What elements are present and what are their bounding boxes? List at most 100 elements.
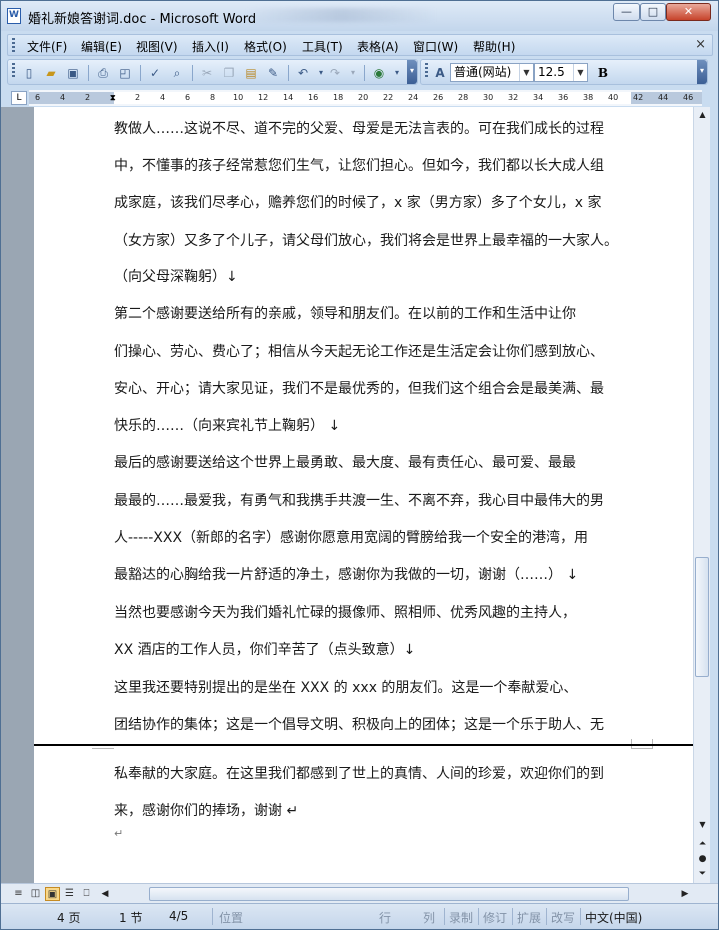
scroll-down-icon[interactable]: ▼ — [694, 817, 711, 833]
menu-tools[interactable]: 工具(T) — [302, 38, 343, 55]
web-layout-icon[interactable]: ◫ — [28, 887, 43, 901]
normal-view-icon[interactable]: ≡ — [11, 887, 26, 901]
scroll-right-icon[interactable]: ▶ — [679, 887, 691, 901]
status-record[interactable]: 录制 — [449, 909, 473, 926]
print-icon[interactable]: ⎙ — [94, 64, 112, 82]
menu-table[interactable]: 表格(A) — [357, 38, 399, 55]
chevron-down-icon[interactable]: ▼ — [573, 64, 587, 81]
ruler-tick: 12 — [258, 93, 269, 102]
menu-edit[interactable]: 编辑(E) — [81, 38, 122, 55]
toolbar-separator — [288, 65, 289, 81]
horizontal-ruler[interactable]: 6 4 2 ⧗ 2 4 6 8 10 12 14 16 18 20 22 24 … — [29, 90, 702, 106]
toolbar-options-icon[interactable]: ▾ — [697, 60, 707, 84]
menu-grip[interactable] — [12, 38, 15, 53]
menu-format[interactable]: 格式(O) — [244, 38, 287, 55]
status-column: 列 — [423, 911, 436, 925]
format-painter-icon[interactable]: ✎ — [264, 64, 282, 82]
status-page: 4 页 — [57, 911, 81, 925]
text-line[interactable]: 人-----XXX（新郎的名字）感谢你愿意用宽阔的臂膀给我一个安全的港湾，用 — [114, 527, 634, 547]
save-icon[interactable]: ▣ — [64, 64, 82, 82]
chevron-down-icon[interactable]: ▼ — [519, 64, 533, 81]
text-line[interactable]: 当然也要感谢今天为我们婚礼忙碌的摄像师、照相师、优秀风趣的主持人， — [114, 602, 634, 622]
ruler-tick: 10 — [233, 93, 244, 102]
text-line[interactable]: XX 酒店的工作人员，你们辛苦了（点头致意）↓ — [114, 639, 634, 659]
toolbar-options-icon[interactable]: ▾ — [407, 60, 417, 84]
window-title: 婚礼新娘答谢词.doc - Microsoft Word — [28, 12, 257, 27]
research-icon[interactable]: ⌕ — [168, 64, 186, 82]
hyperlink-icon[interactable]: ◉ — [370, 64, 388, 82]
menu-window[interactable]: 窗口(W) — [413, 38, 458, 55]
title-bar[interactable]: 婚礼新娘答谢词.doc - Microsoft Word — □ ✕ — [1, 1, 718, 31]
text-line[interactable]: 成家庭，该我们尽孝心，赡养您们的时候了，x 家（男方家）多了个女儿，x 家 — [114, 192, 634, 212]
close-button[interactable]: ✕ — [666, 3, 711, 21]
status-overtype[interactable]: 改写 — [551, 909, 575, 926]
text-line[interactable]: 快乐的……（向来宾礼节上鞠躬） ↓ — [114, 415, 634, 435]
menu-insert[interactable]: 插入(I) — [192, 38, 229, 55]
vertical-scrollbar[interactable]: ▲ ▼ ⏶ ● ⏷ — [693, 107, 710, 883]
style-select[interactable]: 普通(网站) ▼ — [450, 63, 534, 82]
text-line[interactable]: 来，感谢你们的捧场，谢谢 ↵ — [114, 800, 634, 820]
ruler-tick: 2 — [135, 93, 141, 102]
print-preview-icon[interactable]: ◰ — [116, 64, 134, 82]
select-browse-object-icon[interactable]: ● — [695, 852, 710, 866]
status-extend[interactable]: 扩展 — [517, 909, 541, 926]
bold-button[interactable]: B — [594, 64, 612, 82]
ruler-tick: 26 — [433, 93, 444, 102]
open-icon[interactable]: ▰ — [42, 64, 60, 82]
status-language[interactable]: 中文(中国) — [585, 909, 642, 926]
redo-dropdown-icon[interactable]: ▾ — [344, 64, 362, 82]
text-line[interactable]: 中，不懂事的孩子经常惹您们生气，让您们担心。但如今，我们都以长大成人组 — [114, 155, 634, 175]
print-layout-icon[interactable]: ▣ — [45, 887, 60, 901]
close-document-icon[interactable]: × — [695, 37, 706, 52]
text-line[interactable]: 们操心、劳心、费心了；相信从今天起无论工作还是生活定会让你们感到放心、 — [114, 341, 634, 361]
hyperlink-dropdown-icon[interactable]: ▾ — [388, 64, 406, 82]
previous-page-icon[interactable]: ⏶ — [695, 837, 710, 851]
ruler-tick: 4 — [160, 93, 166, 102]
status-revise[interactable]: 修订 — [483, 909, 507, 926]
text-line[interactable]: 安心、开心；请大家见证，我们不是最优秀的，但我们这个组合会是最美满、最 — [114, 378, 634, 398]
next-page-icon[interactable]: ⏷ — [695, 867, 710, 881]
text-line[interactable]: 教做人……这说不尽、道不完的父爱、母爱是无法言表的。可在我们成长的过程 — [114, 118, 634, 138]
scroll-up-icon[interactable]: ▲ — [694, 107, 711, 123]
menu-file[interactable]: 文件(F) — [27, 38, 67, 55]
spelling-icon[interactable]: ✓ — [146, 64, 164, 82]
text-line[interactable]: 第二个感谢要送给所有的亲戚，领导和朋友们。在以前的工作和生活中让你 — [114, 303, 634, 323]
menu-view[interactable]: 视图(V) — [136, 38, 178, 55]
status-separator — [212, 908, 213, 925]
outline-view-icon[interactable]: ☰ — [62, 887, 77, 901]
new-icon[interactable]: ▯ — [20, 64, 38, 82]
redo-icon[interactable]: ↷ — [326, 64, 344, 82]
toolbar-grip[interactable] — [12, 63, 15, 78]
undo-icon[interactable]: ↶ — [294, 64, 312, 82]
toolbar-grip[interactable] — [425, 63, 428, 78]
status-separator — [580, 908, 581, 925]
indent-marker-icon[interactable]: ⧗ — [110, 92, 116, 104]
paste-icon[interactable]: ▤ — [242, 64, 260, 82]
minimize-button[interactable]: — — [613, 3, 640, 21]
text-line[interactable]: 团结协作的集体；这是一个倡导文明、积极向上的团体；这是一个乐于助人、无 — [114, 714, 634, 734]
cut-icon[interactable]: ✂ — [198, 64, 216, 82]
copy-icon[interactable]: ❐ — [220, 64, 238, 82]
horizontal-scroll-thumb[interactable] — [149, 887, 629, 901]
maximize-button[interactable]: □ — [640, 3, 666, 21]
tab-selector[interactable]: L — [11, 91, 27, 105]
text-line[interactable]: （女方家）又多了个儿子，请父母们放心，我们将会是世界上最幸福的一大家人。 — [114, 230, 634, 250]
text-line[interactable]: 这里我还要特别提出的是坐在 XXX 的 xxx 的朋友们。这是一个奉献爱心、 — [114, 677, 634, 697]
menu-help[interactable]: 帮助(H) — [473, 38, 515, 55]
status-line: 行 — [379, 911, 392, 925]
scroll-left-icon[interactable]: ◀ — [99, 887, 111, 901]
text-line[interactable]: 最后的感谢要送给这个世界上最勇敢、最大度、最有责任心、最可爱、最最 — [114, 452, 634, 472]
vertical-scroll-thumb[interactable] — [695, 557, 709, 677]
word-document-icon — [7, 8, 21, 24]
ruler-tick: 2 — [85, 93, 91, 102]
style-value: 普通(网站) — [454, 65, 512, 79]
text-line[interactable]: （向父母深鞠躬）↓ — [114, 266, 634, 286]
reading-layout-icon[interactable]: ⎕ — [79, 887, 94, 901]
styles-icon[interactable]: A — [431, 64, 449, 82]
text-line[interactable]: 最豁达的心胸给我一片舒适的净土，感谢你为我做的一切，谢谢（……） ↓ — [114, 564, 634, 584]
font-size-select[interactable]: 12.5 ▼ — [534, 63, 588, 82]
status-separator — [478, 908, 479, 925]
text-line[interactable]: 最最的……最爱我，有勇气和我携手共渡一生、不离不弃，我心目中最伟大的男 — [114, 490, 634, 510]
ruler-tick: 16 — [308, 93, 319, 102]
text-line[interactable]: 私奉献的大家庭。在这里我们都感到了世上的真情、人间的珍爱，欢迎你们的到 — [114, 763, 634, 783]
